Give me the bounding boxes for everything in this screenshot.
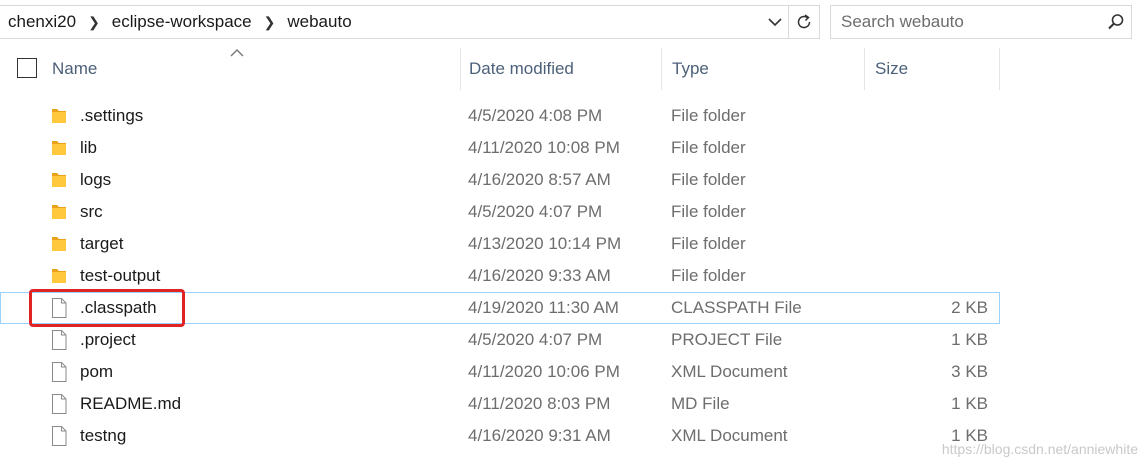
column-header-type[interactable]: Type: [661, 48, 864, 90]
breadcrumb-item-chenxi20[interactable]: chenxi20: [8, 12, 76, 32]
column-header-size[interactable]: Size: [864, 48, 1000, 90]
file-date-modified: 4/5/2020 4:08 PM: [468, 106, 603, 125]
watermark: https://blog.csdn.net/anniewhite: [941, 441, 1138, 457]
file-type: XML Document: [671, 426, 788, 445]
file-row[interactable]: src 4/5/2020 4:07 PM File folder: [0, 196, 1000, 228]
file-size: 2 KB: [951, 298, 988, 317]
folder-icon: [48, 228, 70, 260]
folder-icon: [48, 260, 70, 292]
file-date-modified: 4/16/2020 9:33 AM: [468, 266, 611, 285]
file-name: .project: [80, 330, 136, 349]
file-name: README.md: [80, 394, 182, 413]
file-type: PROJECT File: [671, 330, 783, 349]
file-row[interactable]: lib 4/11/2020 10:08 PM File folder: [0, 132, 1000, 164]
refresh-button[interactable]: [788, 6, 819, 38]
file-type: XML Document: [671, 362, 788, 381]
file-list: .settings 4/5/2020 4:08 PM File folder l…: [0, 100, 1000, 452]
file-row[interactable]: target 4/13/2020 10:14 PM File folder: [0, 228, 1000, 260]
folder-icon: [48, 132, 70, 164]
file-type: File folder: [671, 138, 746, 157]
column-header-date-label: Date modified: [469, 59, 574, 78]
file-date-modified: 4/11/2020 10:06 PM: [468, 362, 620, 381]
folder-icon: [48, 164, 70, 196]
file-name: .classpath: [80, 298, 157, 317]
file-name: testng: [80, 426, 127, 445]
file-size: 1 KB: [951, 394, 988, 413]
file-row[interactable]: testng 4/16/2020 9:31 AM XML Document 1 …: [0, 420, 1000, 452]
search-box: [830, 5, 1132, 39]
file-name: test-output: [80, 266, 161, 285]
file-type: File folder: [671, 106, 746, 125]
file-name: lib: [80, 138, 98, 157]
file-type: File folder: [671, 202, 746, 221]
chevron-down-icon: [768, 18, 782, 27]
column-header-type-label: Type: [672, 59, 709, 78]
file-icon: [48, 388, 70, 420]
breadcrumb-item-eclipse-workspace[interactable]: eclipse-workspace: [112, 12, 252, 32]
file-name: .settings: [80, 106, 144, 125]
folder-icon: [48, 100, 70, 132]
file-date-modified: 4/11/2020 8:03 PM: [468, 394, 611, 413]
file-type: File folder: [671, 170, 746, 189]
file-row[interactable]: .project 4/5/2020 4:07 PM PROJECT File 1…: [0, 324, 1000, 356]
column-header-name[interactable]: Name: [52, 48, 460, 90]
file-name: target: [80, 234, 124, 253]
column-header-date[interactable]: Date modified: [460, 48, 661, 90]
file-date-modified: 4/13/2020 10:14 PM: [468, 234, 622, 253]
file-date-modified: 4/5/2020 4:07 PM: [468, 202, 603, 221]
file-date-modified: 4/16/2020 9:31 AM: [468, 426, 611, 445]
file-date-modified: 4/5/2020 4:07 PM: [468, 330, 603, 349]
refresh-icon: [797, 14, 811, 29]
file-name: logs: [80, 170, 112, 189]
file-size: 3 KB: [951, 362, 988, 381]
breadcrumb: chenxi20 ❯ eclipse-workspace ❯ webauto: [0, 12, 762, 32]
file-size: 1 KB: [951, 330, 988, 349]
file-row[interactable]: test-output 4/16/2020 9:33 AM File folde…: [0, 260, 1000, 292]
file-type: CLASSPATH File: [671, 298, 802, 317]
select-all-checkbox[interactable]: [17, 58, 37, 78]
column-header-name-label: Name: [52, 59, 98, 78]
file-type: File folder: [671, 234, 746, 253]
file-type: MD File: [671, 394, 730, 413]
file-icon: [48, 292, 70, 324]
file-icon: [48, 324, 70, 356]
chevron-right-icon[interactable]: ❯: [88, 14, 100, 31]
file-row[interactable]: .settings 4/5/2020 4:08 PM File folder: [0, 100, 1000, 132]
breadcrumb-item-webauto[interactable]: webauto: [287, 12, 351, 32]
address-history-dropdown-button[interactable]: [762, 6, 788, 38]
file-name: pom: [80, 362, 114, 381]
file-row[interactable]: README.md 4/11/2020 8:03 PM MD File 1 KB: [0, 388, 1000, 420]
folder-icon: [48, 196, 70, 228]
file-date-modified: 4/11/2020 10:08 PM: [468, 138, 620, 157]
search-input[interactable]: [831, 11, 1101, 33]
chevron-right-icon[interactable]: ❯: [264, 14, 276, 31]
file-icon: [48, 420, 70, 452]
file-row[interactable]: .classpath 4/19/2020 11:30 AM CLASSPATH …: [0, 292, 1000, 324]
file-date-modified: 4/16/2020 8:57 AM: [468, 170, 611, 189]
file-row[interactable]: pom 4/11/2020 10:06 PM XML Document 3 KB: [0, 356, 1000, 388]
address-bar[interactable]: chenxi20 ❯ eclipse-workspace ❯ webauto: [0, 5, 820, 39]
search-icon[interactable]: [1101, 13, 1131, 31]
column-header-row: Name Date modified Type Size: [0, 48, 1000, 90]
file-row[interactable]: logs 4/16/2020 8:57 AM File folder: [0, 164, 1000, 196]
file-date-modified: 4/19/2020 11:30 AM: [468, 298, 619, 317]
file-name: src: [80, 202, 103, 221]
file-icon: [48, 356, 70, 388]
file-type: File folder: [671, 266, 746, 285]
column-header-size-label: Size: [875, 59, 909, 78]
